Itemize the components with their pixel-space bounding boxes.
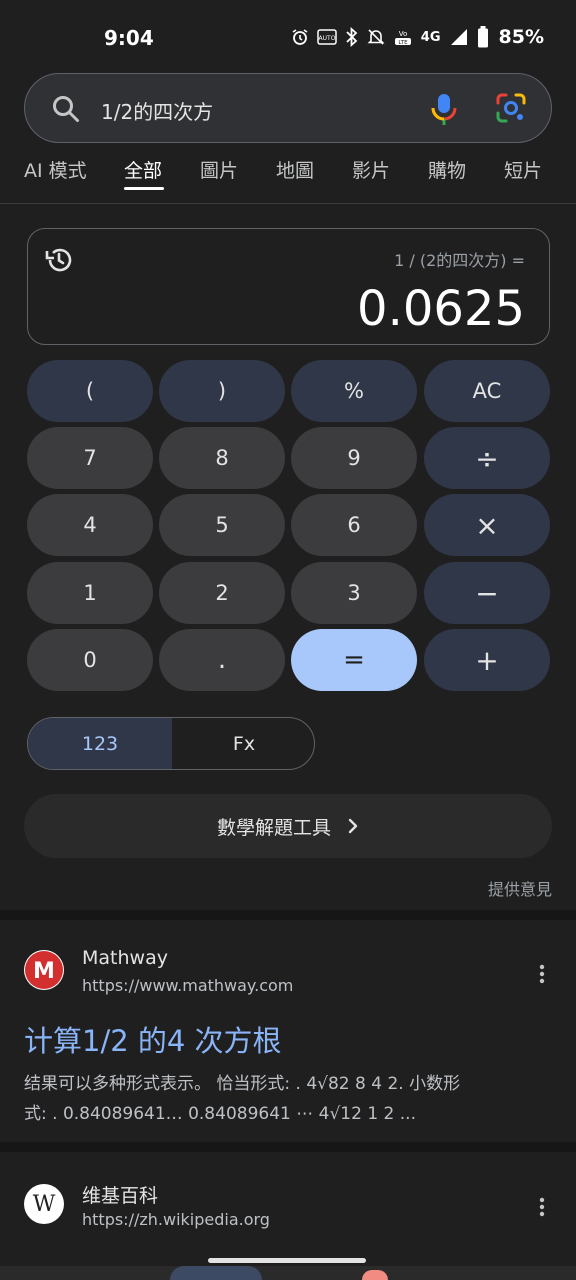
snippet-line: 结果可以多种形式表示。 恰当形式: . 4√82 8 4 2. 小数形 bbox=[24, 1074, 461, 1094]
key-add[interactable]: + bbox=[424, 629, 550, 691]
tab-shorts[interactable]: 短片 bbox=[504, 156, 542, 183]
bottom-nav-active-item[interactable] bbox=[170, 1266, 262, 1280]
search-bar[interactable]: 1/2的四次方 bbox=[24, 73, 552, 143]
status-icons: AUTO Vo LTE 4G 85% bbox=[291, 26, 544, 48]
key-1[interactable]: 1 bbox=[27, 562, 153, 624]
result-snippet: 结果可以多种形式表示。 恰当形式: . 4√82 8 4 2. 小数形 式: .… bbox=[24, 1069, 552, 1129]
search-icon[interactable] bbox=[51, 94, 81, 124]
mathway-favicon: M bbox=[24, 950, 64, 990]
calculator-display: 1 / (2的四次方) = 0.0625 bbox=[27, 228, 550, 345]
svg-text:Vo: Vo bbox=[399, 30, 408, 38]
site-name: 维基百科 bbox=[82, 1185, 159, 1207]
wikipedia-favicon: W bbox=[24, 1184, 64, 1224]
status-bar: 9:04 AUTO Vo LTE 4G 85% bbox=[0, 0, 576, 76]
calculator-expression: 1 / (2的四次方) = bbox=[394, 251, 525, 270]
key-divide[interactable]: ÷ bbox=[424, 427, 550, 489]
search-result: M Mathway https://www.mathway.com 计算1/2 … bbox=[0, 920, 576, 1142]
bottom-nav-bar bbox=[0, 1266, 576, 1280]
mode-function-button[interactable]: Fx bbox=[172, 718, 314, 769]
svg-text:LTE: LTE bbox=[398, 40, 408, 46]
search-tabs: AI 模式 全部 圖片 地圖 影片 購物 短片 bbox=[0, 152, 576, 204]
volte-icon: Vo LTE bbox=[394, 30, 411, 46]
key-5[interactable]: 5 bbox=[159, 494, 285, 556]
key-8[interactable]: 8 bbox=[159, 427, 285, 489]
svg-text:AUTO: AUTO bbox=[318, 35, 335, 42]
tab-images[interactable]: 圖片 bbox=[200, 156, 238, 183]
feedback-link[interactable]: 提供意見 bbox=[488, 876, 552, 900]
search-query[interactable]: 1/2的四次方 bbox=[101, 96, 213, 125]
status-time: 9:04 bbox=[104, 26, 154, 50]
key-2[interactable]: 2 bbox=[159, 562, 285, 624]
auto-brightness-icon: AUTO bbox=[317, 29, 337, 45]
key-0[interactable]: 0 bbox=[27, 629, 153, 691]
tab-all[interactable]: 全部 bbox=[124, 156, 162, 183]
chevron-right-icon bbox=[348, 818, 358, 834]
site-url[interactable]: https://www.mathway.com bbox=[82, 976, 293, 995]
mode-basic-button[interactable]: 123 bbox=[28, 718, 172, 769]
alarm-icon bbox=[292, 29, 308, 45]
key-multiply[interactable]: × bbox=[424, 494, 550, 556]
math-solver-label: 數學解題工具 bbox=[216, 816, 331, 839]
battery-icon bbox=[477, 26, 488, 48]
calculator-mode-toggle: 123 Fx bbox=[27, 717, 315, 770]
key-close-paren[interactable]: ) bbox=[159, 360, 285, 422]
history-icon[interactable] bbox=[44, 245, 74, 275]
wikipedia-logo-letter: W bbox=[32, 1191, 56, 1217]
site-name: Mathway bbox=[82, 947, 168, 969]
key-6[interactable]: 6 bbox=[291, 494, 417, 556]
tab-maps[interactable]: 地圖 bbox=[276, 156, 314, 183]
bottom-nav-notification[interactable] bbox=[362, 1270, 388, 1280]
key-percent[interactable]: % bbox=[291, 360, 417, 422]
calculator-result: 0.0625 bbox=[357, 281, 525, 337]
network-type: 4G bbox=[420, 29, 441, 45]
key-7[interactable]: 7 bbox=[27, 427, 153, 489]
signal-icon bbox=[450, 29, 467, 45]
mic-icon[interactable] bbox=[429, 91, 459, 127]
bluetooth-icon bbox=[346, 27, 358, 47]
key-all-clear[interactable]: AC bbox=[424, 360, 550, 422]
key-4[interactable]: 4 bbox=[27, 494, 153, 556]
tab-videos[interactable]: 影片 bbox=[352, 156, 390, 183]
gesture-nav-handle[interactable] bbox=[208, 1258, 366, 1263]
snippet-line: 式: . 0.84089641… 0.84089641 ⋯ 4√12 1 2 .… bbox=[24, 1104, 416, 1124]
svg-text:M: M bbox=[33, 959, 55, 984]
search-result: W 维基百科 https://zh.wikipedia.org bbox=[0, 1152, 576, 1258]
more-vert-icon[interactable] bbox=[538, 1197, 546, 1217]
section-divider bbox=[0, 910, 576, 920]
tab-ai-mode[interactable]: AI 模式 bbox=[24, 156, 87, 183]
key-3[interactable]: 3 bbox=[291, 562, 417, 624]
key-decimal[interactable]: . bbox=[159, 629, 285, 691]
lens-icon[interactable] bbox=[495, 92, 527, 124]
section-divider bbox=[0, 1142, 576, 1152]
key-subtract[interactable]: − bbox=[424, 562, 550, 624]
more-vert-icon[interactable] bbox=[538, 964, 546, 984]
site-url[interactable]: https://zh.wikipedia.org bbox=[82, 1210, 270, 1229]
key-9[interactable]: 9 bbox=[291, 427, 417, 489]
math-solver-button[interactable]: 數學解題工具 bbox=[24, 794, 552, 858]
silent-bell-icon bbox=[367, 29, 385, 45]
key-equals[interactable]: = bbox=[291, 629, 417, 691]
key-open-paren[interactable]: ( bbox=[27, 360, 153, 422]
result-title-link[interactable]: 计算1/2 的4 次方根 bbox=[24, 1018, 282, 1060]
tab-shopping[interactable]: 購物 bbox=[428, 156, 466, 183]
active-tab-indicator bbox=[124, 187, 164, 190]
battery-level: 85% bbox=[498, 26, 544, 48]
